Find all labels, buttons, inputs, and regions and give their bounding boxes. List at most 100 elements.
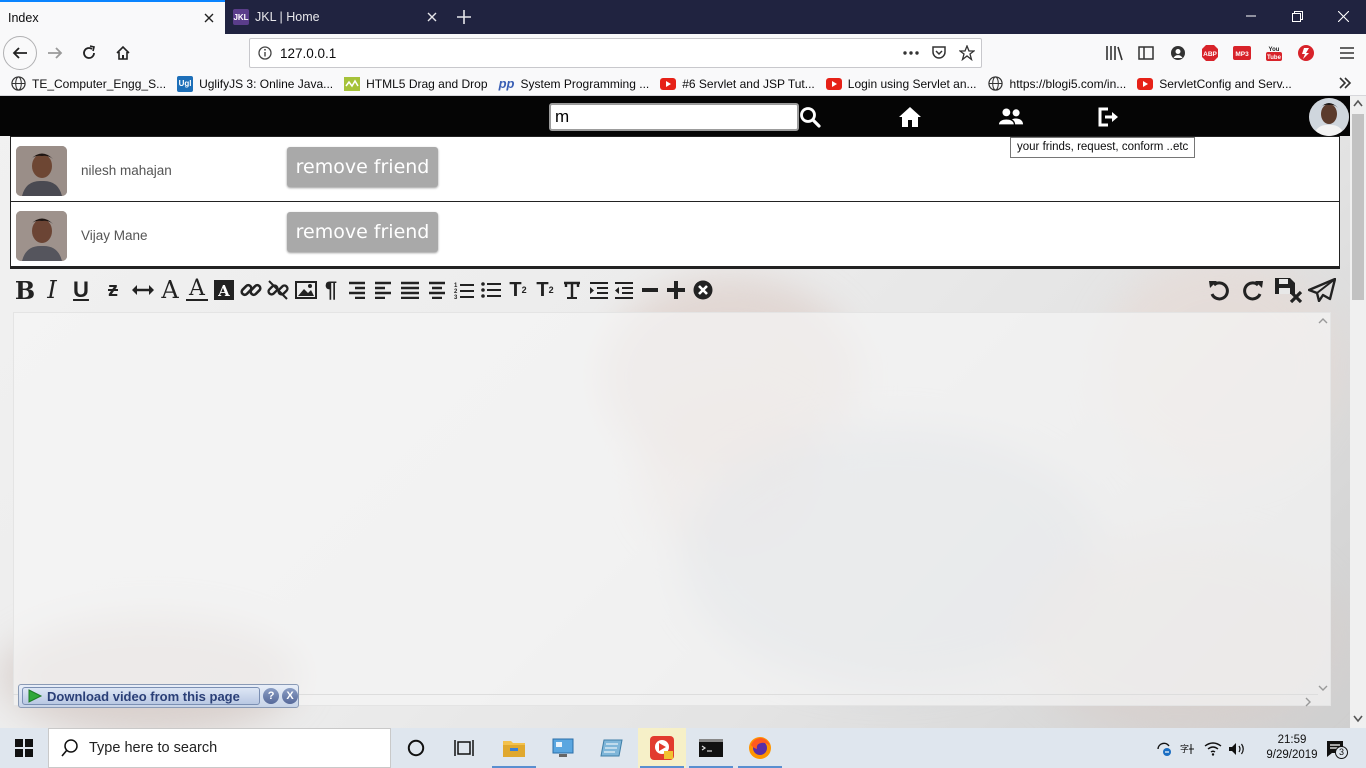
wifi-icon[interactable]	[1202, 738, 1224, 760]
page-scrollbar[interactable]	[1350, 96, 1366, 728]
url-bar[interactable]	[249, 38, 982, 68]
url-input[interactable]	[280, 45, 897, 61]
more-bookmarks-icon[interactable]	[1338, 76, 1352, 90]
close-window-button[interactable]	[1320, 0, 1366, 32]
bold-icon[interactable]: B	[14, 276, 36, 305]
close-icon[interactable]: X	[282, 688, 298, 704]
indent-icon[interactable]	[588, 277, 610, 303]
close-tab-icon[interactable]	[424, 9, 440, 25]
font-color-icon[interactable]: A	[159, 276, 181, 304]
bookmark-item[interactable]: ServletConfig and Serv...	[1137, 73, 1292, 95]
friend-name[interactable]: nilesh mahajan	[81, 163, 172, 178]
align-right-icon[interactable]	[346, 277, 368, 303]
bookmark-item[interactable]: https://blogi5.com/in...	[988, 73, 1126, 95]
ordered-list-icon[interactable]: 123	[453, 277, 475, 303]
search-input[interactable]	[549, 103, 799, 131]
bookmark-item[interactable]: Login using Servlet an...	[825, 73, 977, 95]
close-tab-icon[interactable]	[201, 10, 217, 26]
new-tab-button[interactable]	[448, 0, 480, 34]
home-button[interactable]	[107, 37, 139, 69]
home-icon[interactable]	[897, 105, 923, 129]
friend-avatar[interactable]	[16, 211, 67, 261]
bookmark-item[interactable]: #6 Servlet and JSP Tut...	[660, 73, 815, 95]
control-panel-button[interactable]	[539, 728, 587, 768]
download-video-button[interactable]: Download video from this page	[22, 687, 261, 705]
remove-friend-button[interactable]: remove friend	[287, 147, 438, 187]
bookmark-star-icon[interactable]	[953, 45, 981, 61]
editor-vertical-scrollbar[interactable]	[1317, 315, 1329, 695]
restore-button[interactable]	[1274, 0, 1320, 32]
align-center-icon[interactable]	[426, 277, 448, 303]
taskbar-search-box[interactable]: Type here to search	[48, 728, 391, 768]
search-icon[interactable]	[797, 105, 823, 129]
bookmark-item[interactable]: Ugl UglifyJS 3: Online Java...	[177, 73, 333, 95]
pocket-icon[interactable]	[925, 45, 953, 61]
language-icon[interactable]: 字	[1178, 738, 1200, 760]
profile-avatar[interactable]	[1309, 98, 1349, 136]
image-icon[interactable]	[294, 277, 318, 303]
send-icon[interactable]	[1307, 277, 1337, 303]
close-circle-icon[interactable]	[692, 277, 714, 303]
subscript-icon[interactable]: T2	[507, 277, 529, 303]
cortana-button[interactable]	[392, 728, 440, 768]
action-center-button[interactable]: 3	[1322, 738, 1352, 760]
editor-content-area[interactable]	[13, 312, 1331, 706]
link-icon[interactable]	[239, 277, 263, 303]
account-icon[interactable]	[1164, 40, 1192, 66]
friends-icon[interactable]	[998, 105, 1024, 129]
sidebar-toggle-icon[interactable]	[1132, 40, 1160, 66]
friend-avatar[interactable]	[16, 146, 67, 196]
reload-button[interactable]	[73, 37, 105, 69]
justify-icon[interactable]	[399, 277, 421, 303]
network-sync-icon[interactable]	[1153, 738, 1175, 760]
horizontal-rule-icon[interactable]	[130, 277, 156, 303]
minus-icon[interactable]	[640, 277, 660, 303]
bookmark-item[interactable]: pp System Programming ...	[499, 73, 650, 95]
outdent-icon[interactable]	[613, 277, 635, 303]
terminal-button[interactable]	[687, 728, 735, 768]
video-downloader-icon[interactable]	[1292, 40, 1320, 66]
bookmark-item[interactable]: TE_Computer_Engg_S...	[10, 73, 166, 95]
logout-icon[interactable]	[1096, 105, 1122, 129]
page-actions-icon[interactable]	[897, 51, 925, 55]
back-button[interactable]	[3, 36, 37, 70]
scrollbar-thumb[interactable]	[1352, 114, 1364, 300]
tab-index[interactable]: Index	[0, 0, 225, 34]
mp3-download-icon[interactable]: MP3	[1228, 40, 1256, 66]
notes-app-button[interactable]	[588, 728, 636, 768]
remove-friend-button[interactable]: remove friend	[287, 212, 438, 252]
bookmark-item[interactable]: HTML5 Drag and Drop	[344, 73, 488, 95]
plus-icon[interactable]	[665, 277, 687, 303]
adblock-icon[interactable]: ABP	[1196, 40, 1224, 66]
library-icon[interactable]	[1100, 40, 1128, 66]
volume-icon[interactable]	[1226, 738, 1248, 760]
minimize-button[interactable]	[1228, 0, 1274, 32]
forward-button[interactable]	[39, 37, 71, 69]
task-view-button[interactable]	[440, 728, 488, 768]
menu-icon[interactable]	[1333, 40, 1361, 66]
save-close-icon[interactable]	[1273, 277, 1303, 303]
start-button[interactable]	[0, 728, 48, 768]
background-color-icon[interactable]: A	[186, 276, 208, 301]
redo-icon[interactable]	[1240, 277, 1266, 303]
tab-jkl-home[interactable]: JKL JKL | Home	[225, 0, 448, 34]
youtube-download-icon[interactable]: You Tube	[1260, 40, 1288, 66]
help-icon[interactable]: ?	[263, 688, 280, 704]
friend-name[interactable]: Vijay Mane	[81, 228, 148, 243]
undo-icon[interactable]	[1206, 277, 1232, 303]
system-clock[interactable]: 21:59 9/29/2019	[1262, 733, 1322, 763]
unlink-icon[interactable]	[266, 277, 290, 303]
firefox-button[interactable]	[736, 728, 784, 768]
site-info-icon[interactable]	[250, 46, 280, 60]
italic-icon[interactable]: I	[42, 276, 62, 304]
paragraph-icon[interactable]: ¶	[321, 277, 341, 303]
remove-format-icon[interactable]	[561, 277, 583, 303]
file-explorer-button[interactable]	[490, 728, 538, 768]
unordered-list-icon[interactable]	[480, 277, 502, 303]
underline-icon[interactable]: U	[70, 277, 92, 303]
align-left-icon[interactable]	[372, 277, 394, 303]
video-app-button[interactable]	[638, 728, 686, 768]
text-highlight-icon[interactable]: A	[213, 277, 235, 303]
strikethrough-icon[interactable]: z	[103, 277, 123, 303]
superscript-icon[interactable]: T2	[534, 277, 556, 303]
